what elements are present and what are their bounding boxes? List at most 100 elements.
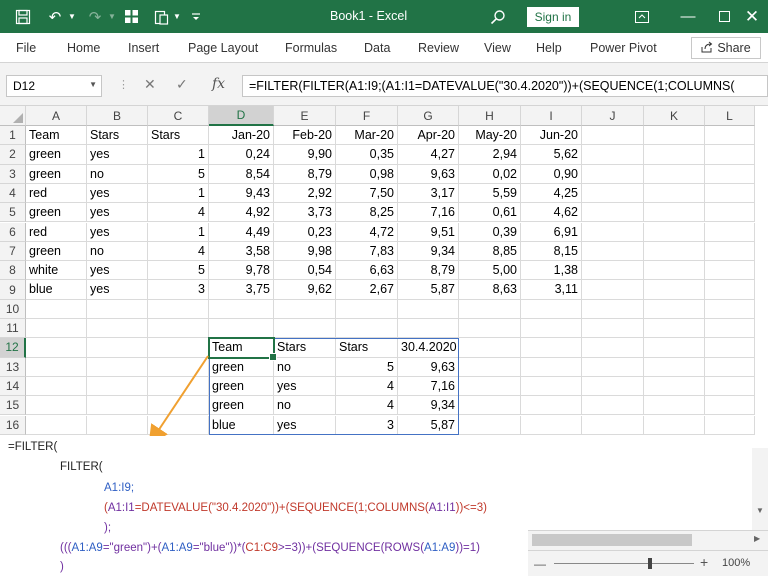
cell-E6[interactable]: 0,23: [274, 222, 336, 242]
cell-E5[interactable]: 3,73: [274, 203, 336, 223]
cell-H12[interactable]: [459, 338, 521, 358]
row-header-10[interactable]: 10: [0, 299, 26, 319]
cell-L7[interactable]: [705, 241, 755, 262]
cell-G5[interactable]: 7,16: [398, 203, 459, 223]
cell-B9[interactable]: yes: [87, 280, 148, 300]
cell-B5[interactable]: yes: [87, 203, 148, 223]
row-header-12[interactable]: 12: [0, 338, 26, 358]
cell-B11[interactable]: [87, 319, 148, 339]
cell-D12[interactable]: Team: [209, 338, 274, 358]
cell-H16[interactable]: [459, 415, 521, 435]
zoom-level[interactable]: 100%: [722, 557, 750, 569]
name-box-dropdown-icon[interactable]: ▼: [89, 80, 97, 89]
cell-E15[interactable]: no: [274, 396, 336, 416]
row-header-16[interactable]: 16: [0, 415, 26, 435]
cell-J1[interactable]: [582, 126, 644, 146]
cell-I6[interactable]: 6,91: [521, 222, 582, 242]
zoom-slider[interactable]: [554, 563, 694, 564]
cell-K6[interactable]: [644, 222, 705, 242]
cell-J3[interactable]: [582, 164, 644, 184]
tab-formulas[interactable]: Formulas: [285, 41, 337, 55]
row-header-5[interactable]: 5: [0, 203, 26, 223]
cell-L16[interactable]: [705, 415, 755, 435]
column-header-G[interactable]: G: [398, 106, 459, 126]
cell-A6[interactable]: red: [26, 222, 87, 242]
cell-J2[interactable]: [582, 145, 644, 165]
cell-A8[interactable]: white: [26, 261, 87, 281]
cell-K3[interactable]: [644, 164, 705, 184]
cell-B6[interactable]: yes: [87, 222, 148, 242]
cell-L2[interactable]: [705, 145, 755, 165]
cell-K12[interactable]: [644, 338, 705, 358]
cell-B10[interactable]: [87, 299, 148, 319]
cell-J10[interactable]: [582, 299, 644, 319]
cell-G12[interactable]: 30.4.2020: [398, 338, 459, 358]
cell-D4[interactable]: 9,43: [209, 183, 274, 204]
row-header-8[interactable]: 8: [0, 261, 26, 281]
ribbon-display-options-icon[interactable]: [630, 0, 654, 33]
cell-E13[interactable]: no: [274, 357, 336, 377]
cell-H15[interactable]: [459, 396, 521, 416]
cell-K10[interactable]: [644, 299, 705, 319]
cell-A1[interactable]: Team: [26, 126, 87, 146]
cell-C5[interactable]: 4: [148, 203, 209, 223]
cell-I4[interactable]: 4,25: [521, 183, 582, 204]
column-header-F[interactable]: F: [336, 106, 398, 126]
enter-icon[interactable]: ✓: [176, 76, 188, 93]
cell-G1[interactable]: Apr-20: [398, 126, 459, 146]
cell-F14[interactable]: 4: [336, 376, 398, 397]
cell-C15[interactable]: [148, 396, 209, 416]
maximize-icon[interactable]: [712, 0, 736, 33]
cell-E7[interactable]: 9,98: [274, 241, 336, 262]
cell-G8[interactable]: 8,79: [398, 261, 459, 281]
cell-B2[interactable]: yes: [87, 145, 148, 165]
cell-B12[interactable]: [87, 338, 148, 358]
cell-I5[interactable]: 4,62: [521, 203, 582, 223]
row-header-13[interactable]: 13: [0, 357, 26, 377]
tab-power-pivot[interactable]: Power Pivot: [590, 41, 657, 55]
cell-G13[interactable]: 9,63: [398, 357, 459, 377]
cell-K15[interactable]: [644, 396, 705, 416]
tab-data[interactable]: Data: [364, 41, 390, 55]
cell-J16[interactable]: [582, 415, 644, 435]
cell-B8[interactable]: yes: [87, 261, 148, 281]
cell-F10[interactable]: [336, 299, 398, 319]
cell-J6[interactable]: [582, 222, 644, 242]
zoom-slider-thumb[interactable]: [648, 558, 652, 569]
column-header-B[interactable]: B: [87, 106, 148, 126]
cell-D15[interactable]: green: [209, 396, 274, 416]
cell-L4[interactable]: [705, 183, 755, 204]
cell-F8[interactable]: 6,63: [336, 261, 398, 281]
cell-D9[interactable]: 3,75: [209, 280, 274, 300]
row-header-4[interactable]: 4: [0, 183, 26, 204]
tab-page-layout[interactable]: Page Layout: [188, 41, 258, 55]
column-header-H[interactable]: H: [459, 106, 521, 126]
column-header-E[interactable]: E: [274, 106, 336, 126]
cell-H1[interactable]: May-20: [459, 126, 521, 146]
cell-J12[interactable]: [582, 338, 644, 358]
row-header-9[interactable]: 9: [0, 280, 26, 300]
cancel-icon[interactable]: ✕: [144, 76, 156, 93]
cell-A11[interactable]: [26, 319, 87, 339]
cell-A9[interactable]: blue: [26, 280, 87, 300]
row-header-7[interactable]: 7: [0, 241, 26, 262]
redo-icon[interactable]: ↷: [84, 0, 106, 33]
cell-H14[interactable]: [459, 376, 521, 397]
cell-B15[interactable]: [87, 396, 148, 416]
tab-file[interactable]: File: [16, 41, 36, 55]
cell-K2[interactable]: [644, 145, 705, 165]
tab-view[interactable]: View: [484, 41, 511, 55]
row-header-11[interactable]: 11: [0, 319, 26, 339]
cell-K1[interactable]: [644, 126, 705, 146]
cell-E2[interactable]: 9,90: [274, 145, 336, 165]
cell-E3[interactable]: 8,79: [274, 164, 336, 184]
cell-K7[interactable]: [644, 241, 705, 262]
grid-view-icon[interactable]: [120, 0, 142, 33]
zoom-in-icon[interactable]: +: [700, 554, 708, 570]
scroll-right-icon[interactable]: ▶: [754, 534, 760, 543]
cell-A16[interactable]: [26, 415, 87, 435]
cell-C7[interactable]: 4: [148, 241, 209, 262]
cell-H7[interactable]: 8,85: [459, 241, 521, 262]
cell-J14[interactable]: [582, 376, 644, 397]
cell-F7[interactable]: 7,83: [336, 241, 398, 262]
